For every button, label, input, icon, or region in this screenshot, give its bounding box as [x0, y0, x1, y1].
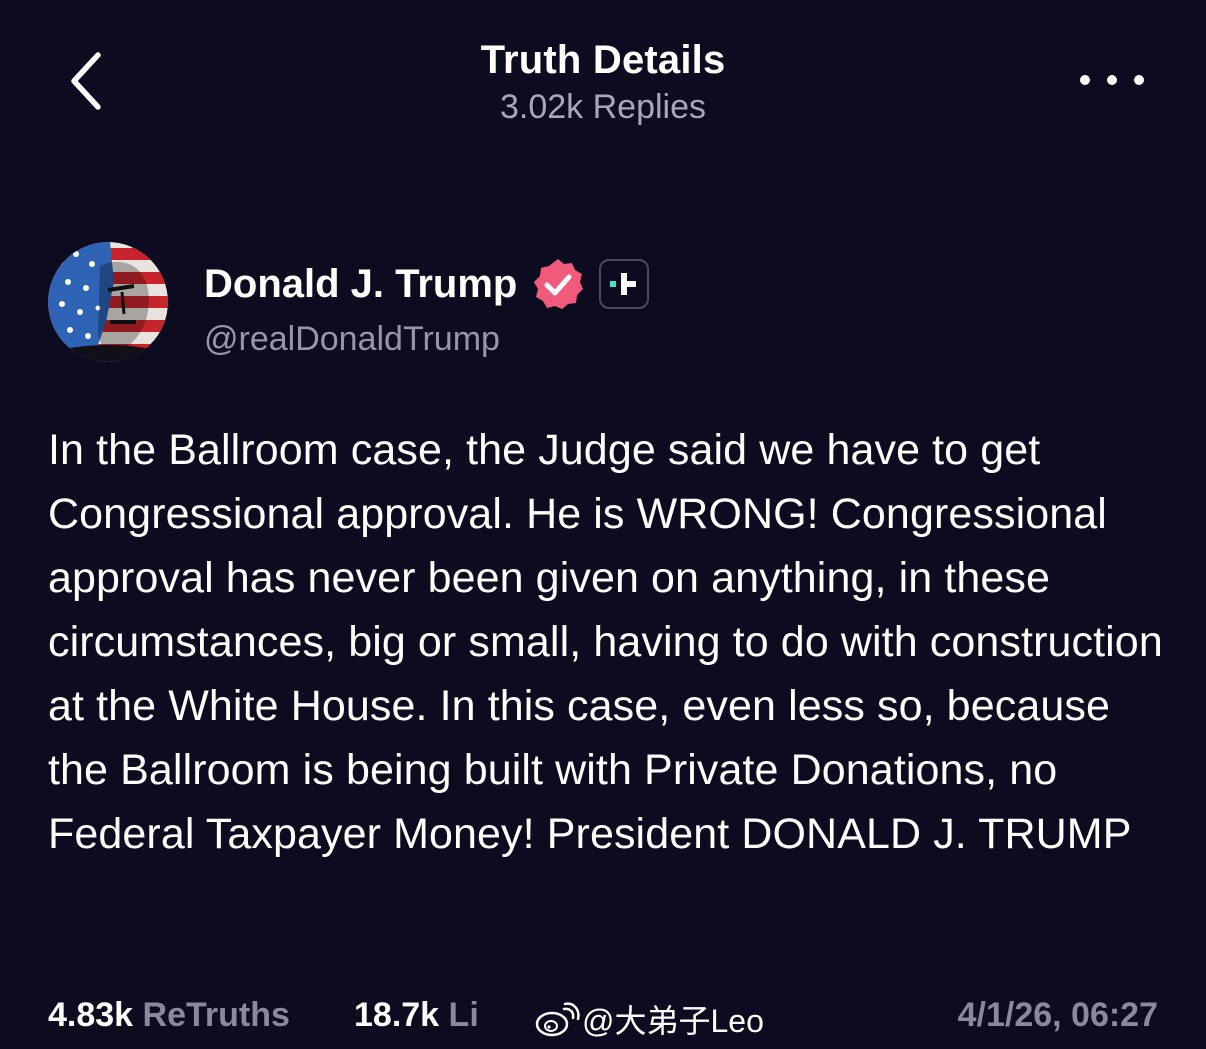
avatar[interactable] — [48, 242, 168, 362]
author-handle[interactable]: @realDonaldTrump — [204, 320, 500, 359]
more-options-button[interactable] — [1080, 62, 1144, 98]
more-horizontal-icon — [1080, 75, 1090, 85]
more-dot — [1134, 75, 1144, 85]
watermark-text: @大弟子Leo — [582, 1003, 764, 1039]
weibo-icon — [535, 1002, 580, 1037]
more-dot — [1107, 75, 1117, 85]
truth-details-screen: Truth Details 3.02k Replies Donald J. Tr… — [0, 0, 1206, 1049]
post-text: In the Ballroom case, the Judge said we … — [48, 426, 1163, 858]
page-title: Truth Details — [480, 38, 726, 82]
likes-label: Li — [448, 996, 479, 1034]
retruths-count: 4.83k — [48, 996, 134, 1034]
post-timestamp: 4/1/26, 06:27 — [957, 996, 1158, 1034]
avatar-flag-portrait — [48, 242, 168, 362]
likes-stat[interactable]: 18.7k Li — [354, 996, 479, 1035]
replies-count[interactable]: 3.02k Replies — [0, 88, 1206, 127]
post-stats: 4.83k ReTruths 18.7k Li @大弟子Leo 4/1/26, … — [48, 996, 1158, 1042]
likes-count: 18.7k — [354, 996, 440, 1034]
verified-check-icon — [534, 259, 584, 309]
plus-icon — [610, 273, 637, 295]
retruths-stat[interactable]: 4.83k ReTruths — [48, 996, 290, 1035]
truth-plus-badge[interactable] — [599, 259, 650, 309]
header-bar: Truth Details 3.02k Replies — [0, 0, 1206, 150]
retruths-label: ReTruths — [142, 996, 290, 1034]
author-display-name[interactable]: Donald J. Trump — [204, 262, 517, 307]
author-name-row: Donald J. Trump — [204, 256, 650, 312]
weibo-watermark: @大弟子Leo — [534, 996, 764, 1042]
